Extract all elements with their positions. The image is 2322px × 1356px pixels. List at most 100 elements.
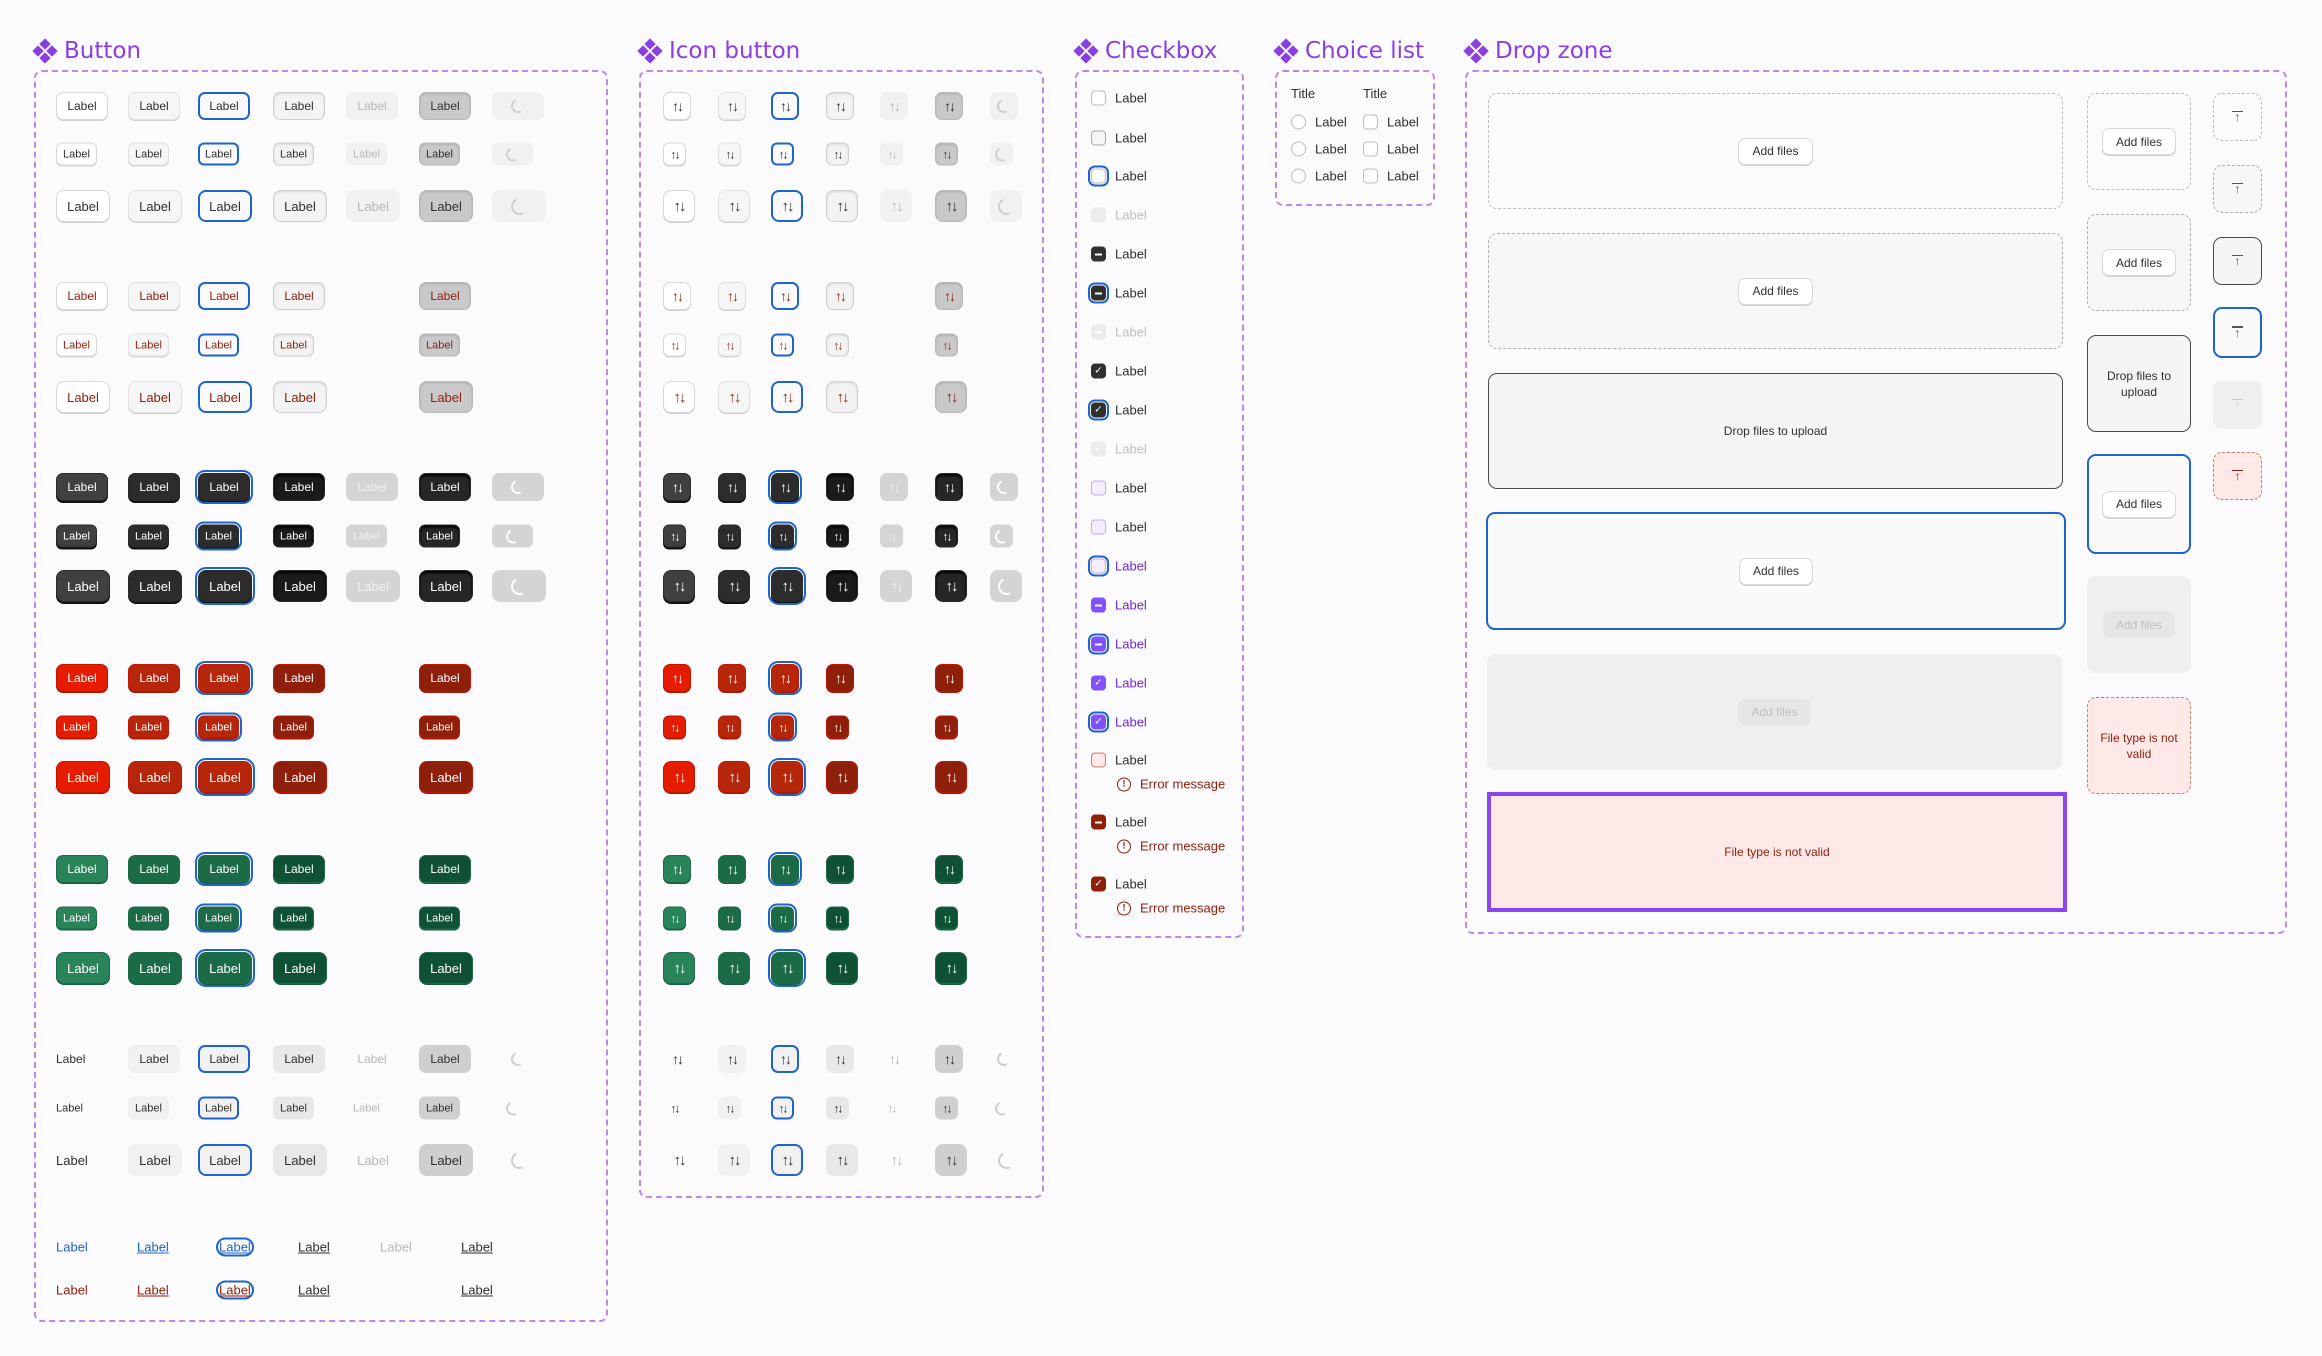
button-secondary-critical-medium-default[interactable]: Label [56, 282, 108, 310]
icon-button-primary-default-large-pressed[interactable]: ↑↓ [826, 570, 858, 602]
add-files-button[interactable]: Add files [2101, 128, 2177, 155]
icon-button-primary-default-large-hover[interactable]: ↑↓ [718, 570, 750, 602]
icon-button-secondary-critical-slim-focus[interactable]: ↑↓ [771, 333, 794, 357]
drop-zone-small-drag-over[interactable]: ↑ [2213, 237, 2262, 285]
button-primary-critical-slim-pressed[interactable]: Label [273, 715, 314, 739]
button-secondary-default-medium-selected[interactable]: Label [419, 92, 471, 120]
button-secondary-default-medium-hover[interactable]: Label [128, 92, 180, 120]
icon-button-primary-critical-slim-default[interactable]: ↑↓ [663, 715, 686, 739]
choice-checkbox-option[interactable]: Label [1363, 141, 1419, 157]
drop-zone-large-hover[interactable]: Add files [1488, 233, 2063, 349]
icon-button-secondary-critical-slim-hover[interactable]: ↑↓ [718, 333, 741, 357]
icon-button-primary-default-slim-default[interactable]: ↑↓ [663, 524, 686, 548]
icon-button-primary-default-large-default[interactable]: ↑↓ [663, 570, 695, 602]
button-primary-success-medium-default[interactable]: Label [56, 855, 108, 883]
icon-button-tertiary-default-large-default[interactable]: ↑↓ [663, 1144, 695, 1176]
link-button-default-hover[interactable]: Label [137, 1240, 169, 1255]
checkbox-box[interactable]: ✓ [1091, 675, 1106, 691]
button-tertiary-default-slim-default[interactable]: Label [56, 1097, 83, 1120]
icon-button-primary-critical-slim-pressed[interactable]: ↑↓ [826, 715, 849, 739]
button-primary-critical-medium-selected[interactable]: Label [419, 664, 471, 692]
button-primary-critical-large-pressed[interactable]: Label [273, 761, 327, 793]
icon-button-tertiary-default-large-selected[interactable]: ↑↓ [935, 1144, 967, 1176]
button-primary-success-slim-default[interactable]: Label [56, 906, 97, 930]
checkbox-box[interactable] [1091, 814, 1106, 830]
icon-button-primary-default-slim-focus[interactable]: ↑↓ [768, 521, 797, 551]
checkbox-brand-unchecked-focus[interactable]: Label [1088, 555, 1147, 577]
button-primary-critical-large-hover[interactable]: Label [128, 761, 182, 793]
icon-button-tertiary-default-medium-default[interactable]: ↑↓ [663, 1045, 691, 1073]
icon-button-tertiary-default-large-focus[interactable]: ↑↓ [771, 1144, 803, 1176]
icon-button-secondary-critical-large-pressed[interactable]: ↑↓ [826, 381, 858, 413]
icon-button-primary-success-large-default[interactable]: ↑↓ [663, 952, 695, 984]
choice-radio-option[interactable]: Label [1291, 168, 1347, 184]
button-secondary-critical-slim-focus[interactable]: Label [198, 333, 239, 357]
icon-button-tertiary-default-medium-pressed[interactable]: ↑↓ [826, 1045, 854, 1073]
add-files-button[interactable]: Add files [1738, 277, 1813, 305]
button-primary-success-large-focus[interactable]: Label [195, 949, 255, 987]
icon-button-secondary-default-slim-hover[interactable]: ↑↓ [718, 142, 741, 166]
icon-button-primary-critical-medium-focus[interactable]: ↑↓ [768, 661, 802, 695]
checkbox-box[interactable]: ✓ [1091, 363, 1106, 379]
checkbox-box[interactable] [1091, 90, 1106, 106]
button-tertiary-default-large-pressed[interactable]: Label [273, 1144, 327, 1176]
button-primary-critical-medium-hover[interactable]: Label [128, 664, 180, 692]
icon-button-primary-critical-large-selected[interactable]: ↑↓ [935, 761, 967, 793]
icon-button-secondary-critical-medium-default[interactable]: ↑↓ [663, 282, 691, 310]
button-tertiary-default-large-default[interactable]: Label [56, 1144, 88, 1176]
button-tertiary-default-slim-selected[interactable]: Label [419, 1096, 460, 1120]
checkbox-box[interactable]: ✓ [1088, 399, 1109, 421]
button-primary-critical-slim-selected[interactable]: Label [419, 715, 460, 739]
button-primary-default-slim-hover[interactable]: Label [128, 524, 169, 548]
button-primary-default-medium-focus[interactable]: Label [195, 470, 253, 504]
drop-zone-large-default[interactable]: Add files [1488, 93, 2063, 209]
icon-button-tertiary-default-large-pressed[interactable]: ↑↓ [826, 1144, 858, 1176]
icon-button-primary-success-large-pressed[interactable]: ↑↓ [826, 952, 858, 984]
icon-button-tertiary-default-slim-selected[interactable]: ↑↓ [935, 1096, 958, 1120]
icon-button-primary-critical-slim-hover[interactable]: ↑↓ [718, 715, 741, 739]
icon-button-primary-critical-large-focus[interactable]: ↑↓ [768, 758, 806, 796]
radio-button[interactable] [1291, 141, 1306, 157]
icon-button-tertiary-default-slim-focus[interactable]: ↑↓ [771, 1096, 794, 1120]
drop-zone-medium-hover[interactable]: Add files [2087, 214, 2191, 311]
drop-zone-medium-default[interactable]: Add files [2087, 93, 2191, 190]
button-primary-default-slim-focus[interactable]: Label [195, 521, 242, 551]
button-secondary-default-medium-focus[interactable]: Label [198, 92, 250, 120]
link-button-critical-hover[interactable]: Label [137, 1283, 169, 1298]
add-files-button[interactable]: Add files [2101, 490, 2177, 518]
icon-button-primary-critical-large-pressed[interactable]: ↑↓ [826, 761, 858, 793]
button-secondary-critical-slim-hover[interactable]: Label [128, 333, 169, 357]
button-primary-success-medium-pressed[interactable]: Label [273, 855, 325, 883]
icon-button-primary-success-large-focus[interactable]: ↑↓ [768, 949, 806, 987]
icon-button-secondary-default-slim-default[interactable]: ↑↓ [663, 142, 686, 166]
button-secondary-default-large-pressed[interactable]: Label [273, 190, 327, 222]
checkbox-unchecked-focus[interactable]: Label [1088, 165, 1147, 187]
button-tertiary-default-medium-default[interactable]: Label [56, 1045, 85, 1073]
checkbox-box[interactable] [1088, 165, 1109, 187]
icon-button-primary-success-medium-pressed[interactable]: ↑↓ [826, 855, 854, 883]
icon-button-secondary-critical-medium-selected[interactable]: ↑↓ [935, 282, 963, 310]
icon-button-primary-success-slim-focus[interactable]: ↑↓ [768, 903, 797, 933]
button-primary-success-large-default[interactable]: Label [56, 952, 110, 984]
button-secondary-critical-slim-selected[interactable]: Label [419, 333, 460, 357]
icon-button-primary-default-slim-selected[interactable]: ↑↓ [935, 524, 958, 548]
icon-button-secondary-critical-large-focus[interactable]: ↑↓ [771, 381, 803, 413]
button-primary-success-large-pressed[interactable]: Label [273, 952, 327, 984]
add-files-button[interactable]: Add files [2101, 249, 2177, 276]
icon-button-tertiary-default-slim-default[interactable]: ↑↓ [663, 1097, 686, 1120]
button-secondary-critical-large-selected[interactable]: Label [419, 381, 473, 413]
button-primary-default-medium-pressed[interactable]: Label [273, 473, 325, 501]
button-secondary-default-slim-focus[interactable]: Label [198, 142, 239, 166]
checkbox-checked-focus[interactable]: ✓ Label [1088, 399, 1147, 421]
button-primary-default-slim-selected[interactable]: Label [419, 524, 460, 548]
drop-zone-small-hover[interactable]: ↑ [2213, 165, 2262, 213]
checkbox-box[interactable] [1091, 519, 1106, 535]
icon-button-secondary-default-medium-hover[interactable]: ↑↓ [718, 92, 746, 120]
button-primary-success-slim-hover[interactable]: Label [128, 906, 169, 930]
choice-radio-option[interactable]: Label [1291, 114, 1347, 130]
button-primary-critical-slim-hover[interactable]: Label [128, 715, 169, 739]
icon-button-secondary-default-medium-pressed[interactable]: ↑↓ [826, 92, 854, 120]
button-primary-default-large-hover[interactable]: Label [128, 570, 182, 602]
add-files-button[interactable]: Add files [1738, 137, 1813, 165]
button-secondary-default-slim-selected[interactable]: Label [419, 142, 460, 166]
